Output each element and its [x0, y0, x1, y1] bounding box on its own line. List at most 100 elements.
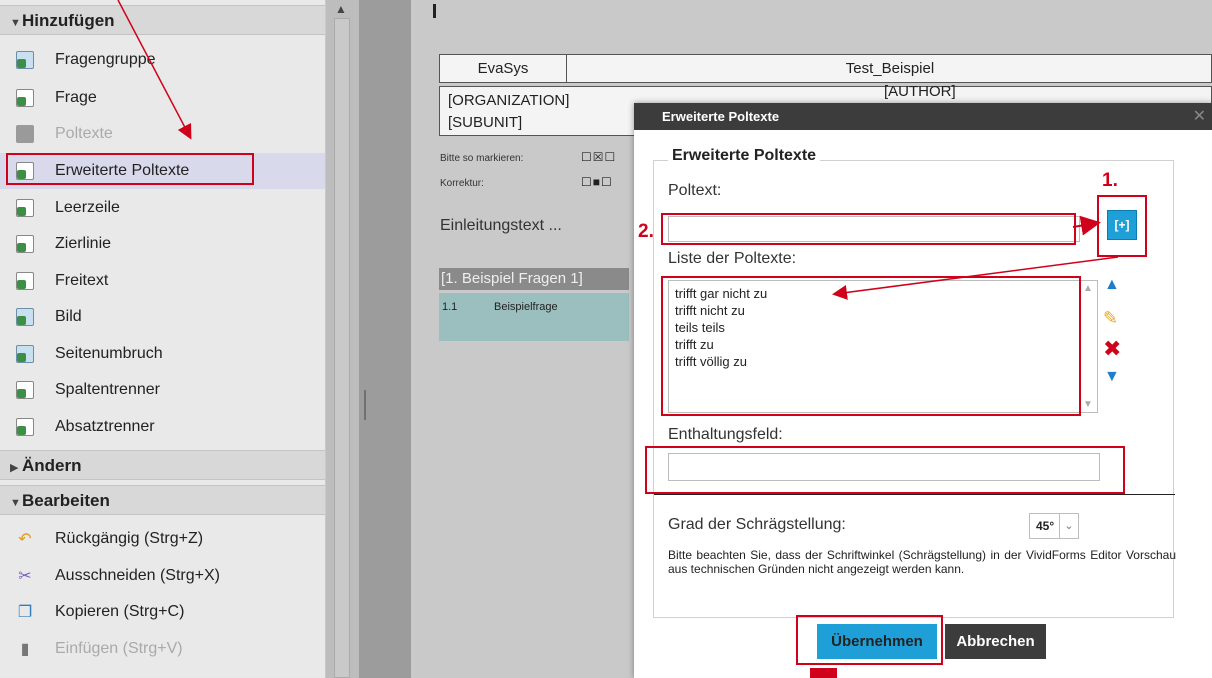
list-item[interactable]: trifft völlig zu — [669, 353, 1097, 370]
header-left: EvaSys — [440, 55, 567, 82]
poltext-list[interactable]: trifft gar nicht zu trifft nicht zu teil… — [668, 280, 1098, 413]
sidebar-item-question[interactable]: Frage — [0, 80, 325, 116]
list-item[interactable]: trifft nicht zu — [669, 302, 1097, 319]
pencil-icon[interactable]: ✎ — [1103, 308, 1118, 329]
sidebar: ▼Hinzufügen Fragengruppe Frage Poltexte … — [0, 0, 326, 678]
sidebar-item-label: Freitext — [55, 272, 109, 289]
sidebar-item-column-separator[interactable]: Spaltentrenner — [0, 372, 325, 408]
subunit-text: [SUBUNIT] — [448, 114, 523, 131]
paste-icon: ▮ — [20, 641, 30, 658]
correction-label: Korrektur: — [440, 178, 484, 189]
mark-example-boxes: ☐☒☐ — [581, 150, 617, 164]
sidebar-scrollbar[interactable]: ▲ — [326, 0, 359, 678]
angle-label: Grad der Schrägstellung: — [668, 516, 846, 533]
cancel-button[interactable]: Abbrechen — [945, 624, 1046, 659]
sidebar-item-undo[interactable]: ↶ Rückgängig (Strg+Z) — [0, 521, 325, 557]
column-separator-icon — [16, 381, 34, 399]
sidebar-item-pole-texts: Poltexte — [0, 116, 325, 152]
list-scrollbar[interactable]: ▲ ▼ — [1079, 281, 1097, 412]
section-header-add[interactable]: ▼Hinzufügen — [0, 5, 325, 35]
sidebar-item-paragraph-separator[interactable]: Absatztrenner — [0, 409, 325, 445]
sidebar-item-label: Frage — [55, 89, 97, 106]
sidebar-item-label: Bild — [55, 308, 82, 325]
question-group-title: [1. Beispiel Fragen 1] — [439, 268, 629, 290]
chevron-up-icon[interactable]: ▲ — [1083, 283, 1093, 294]
decorative-line-icon — [16, 235, 34, 253]
annotation-step-2: 2. — [638, 221, 654, 242]
sidebar-item-label: Ausschneiden (Strg+X) — [55, 567, 220, 584]
scroll-up-icon[interactable]: ▲ — [335, 2, 347, 16]
author-text: [AUTHOR] — [884, 83, 956, 100]
move-up-icon[interactable]: ▲ — [1104, 276, 1120, 294]
abstention-input[interactable] — [668, 453, 1100, 481]
move-down-icon[interactable]: ▼ — [1104, 368, 1120, 386]
splitter-grip[interactable] — [364, 390, 366, 420]
section-header-edit[interactable]: ▼Bearbeiten — [0, 485, 325, 515]
intro-text: Einleitungstext ... — [440, 217, 562, 234]
sidebar-item-label: Seitenumbruch — [55, 345, 163, 362]
header-table: EvaSys Test_Beispiel — [439, 54, 1212, 83]
copy-icon: ❐ — [17, 604, 33, 621]
caret-down-icon: ▼ — [10, 497, 21, 509]
list-item[interactable]: teils teils — [669, 319, 1097, 336]
sidebar-item-label: Leerzeile — [55, 199, 120, 216]
question-group-icon — [16, 51, 34, 69]
divider — [654, 494, 1175, 495]
poltext-input[interactable] — [668, 216, 1080, 242]
sidebar-item-label: Fragengruppe — [55, 51, 156, 68]
caret-down-icon: ▼ — [10, 17, 21, 29]
sidebar-item-decorative-line[interactable]: Zierlinie — [0, 226, 325, 262]
chevron-down-icon[interactable]: ▼ — [1083, 399, 1093, 410]
question-icon — [16, 89, 34, 107]
correction-example-boxes: ☐■☐ — [581, 175, 613, 189]
section-change-label: Ändern — [22, 456, 82, 475]
mark-label: Bitte so markieren: — [440, 153, 524, 164]
page-break-icon — [16, 345, 34, 363]
angle-note: Bitte beachten Sie, dass der Schriftwink… — [668, 548, 1176, 576]
sidebar-item-label: Absatztrenner — [55, 418, 155, 435]
angle-select[interactable]: 45° ⌄ — [1029, 513, 1079, 539]
question-text: Beispielfrage — [494, 301, 558, 313]
sidebar-item-copy[interactable]: ❐ Kopieren (Strg+C) — [0, 594, 325, 630]
sidebar-item-free-text[interactable]: Freitext — [0, 263, 325, 299]
list-item[interactable]: trifft gar nicht zu — [669, 285, 1097, 302]
sidebar-item-label: Spaltentrenner — [55, 381, 160, 398]
pole-text-icon — [16, 125, 34, 143]
org-text: [ORGANIZATION] — [448, 92, 570, 109]
sidebar-item-label: Kopieren (Strg+C) — [55, 603, 185, 620]
dialog-title: Erweiterte Poltexte — [634, 103, 1212, 130]
list-label: Liste der Poltexte: — [668, 250, 797, 267]
free-text-icon — [16, 272, 34, 290]
blank-line-icon — [16, 199, 34, 217]
sidebar-item-question-group[interactable]: Fragengruppe — [0, 42, 325, 78]
caret-right-icon: ▶ — [10, 462, 19, 474]
sidebar-item-label: Poltexte — [55, 125, 113, 142]
close-icon[interactable]: ✕ — [1193, 106, 1206, 126]
add-poltext-button[interactable]: [+] — [1107, 210, 1137, 240]
question-row: 1.1 Beispielfrage — [439, 293, 629, 341]
header-right: Test_Beispiel — [845, 60, 935, 77]
sidebar-item-label: Zierlinie — [55, 235, 112, 252]
sidebar-item-label: Rückgängig (Strg+Z) — [55, 530, 204, 547]
scrollbar-thumb[interactable] — [334, 18, 350, 678]
chevron-down-icon[interactable]: ⌄ — [1059, 514, 1078, 538]
sidebar-item-image[interactable]: Bild — [0, 299, 325, 335]
undo-icon: ↶ — [18, 531, 32, 548]
sidebar-item-label: Einfügen (Strg+V) — [55, 640, 183, 657]
fieldset-legend: Erweiterte Poltexte — [668, 147, 821, 165]
sidebar-item-cut[interactable]: ✂ Ausschneiden (Strg+X) — [0, 558, 325, 594]
paragraph-separator-icon — [16, 418, 34, 436]
delete-icon[interactable]: ✖ — [1103, 336, 1121, 362]
sidebar-item-blank-line[interactable]: Leerzeile — [0, 190, 325, 226]
text-cursor — [433, 4, 436, 18]
extended-pole-text-icon — [16, 162, 34, 180]
sidebar-item-page-break[interactable]: Seitenumbruch — [0, 336, 325, 372]
section-header-change[interactable]: ▶ Ändern — [0, 450, 325, 480]
sidebar-item-label: Erweiterte Poltexte — [55, 162, 190, 179]
splitter[interactable] — [359, 0, 411, 678]
list-item[interactable]: trifft zu — [669, 336, 1097, 353]
scissors-icon: ✂ — [18, 568, 32, 585]
apply-button[interactable]: Übernehmen — [817, 624, 937, 659]
sidebar-item-paste: ▮ Einfügen (Strg+V) — [0, 631, 325, 667]
sidebar-item-extended-pole-texts[interactable]: Erweiterte Poltexte — [0, 153, 325, 189]
